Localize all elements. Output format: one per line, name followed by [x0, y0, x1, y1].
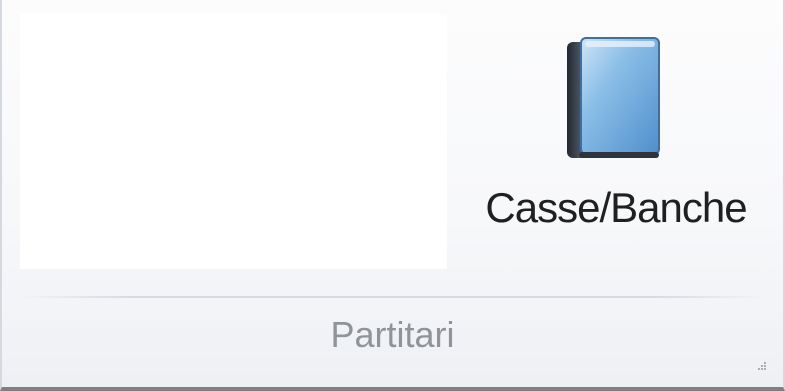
- casse-banche-label: Casse/Banche: [485, 184, 747, 231]
- dialog-launcher-icon[interactable]: [755, 361, 767, 373]
- group-separator: [20, 296, 765, 298]
- ribbon-group-partitari: Casse/Banche Partitari: [0, 0, 785, 391]
- book-icon: [567, 37, 660, 158]
- group-caption: Partitari: [330, 314, 455, 355]
- casse-banche-button[interactable]: Casse/Banche: [464, 18, 768, 250]
- content-panel: [20, 14, 447, 269]
